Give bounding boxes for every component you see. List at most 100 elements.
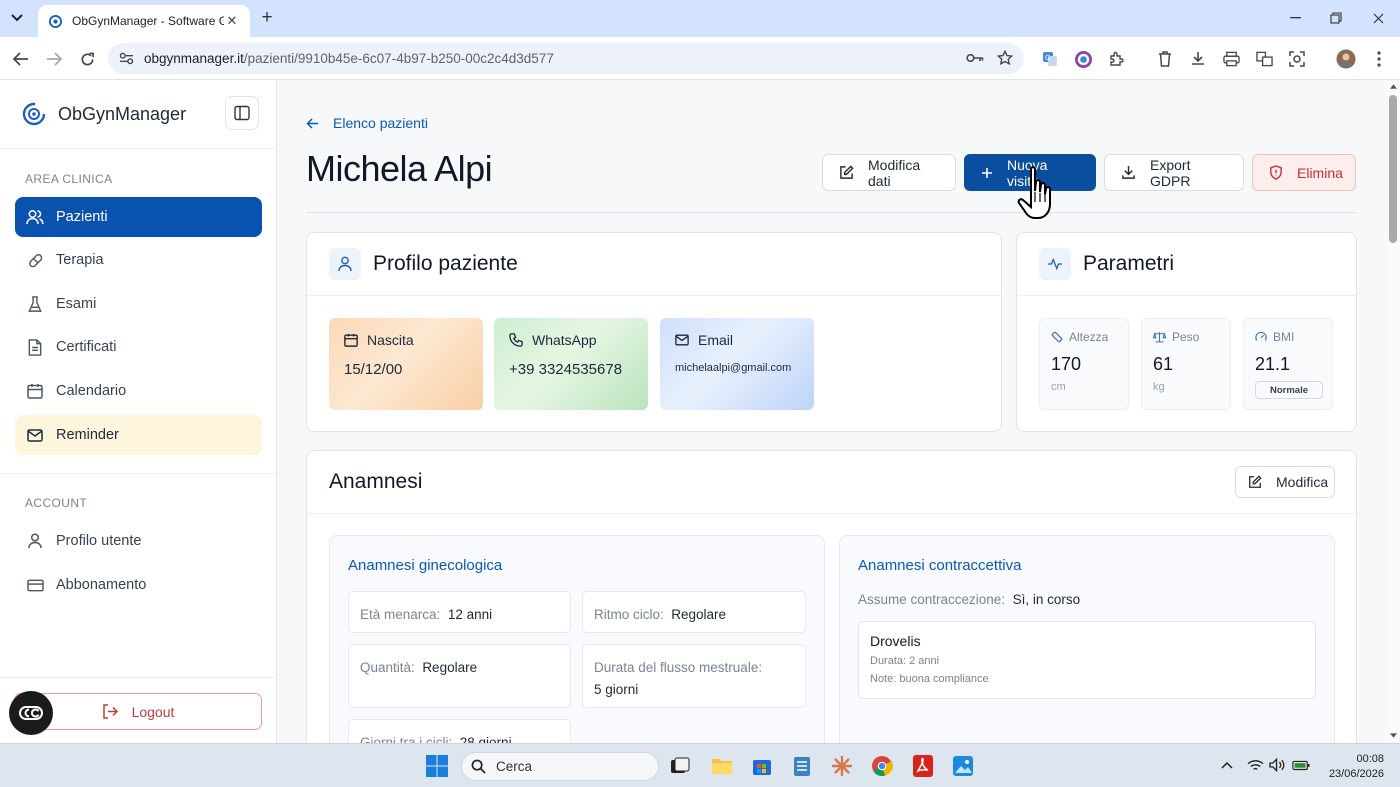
print-icon[interactable] (1220, 48, 1242, 70)
volume-icon[interactable] (1268, 756, 1286, 774)
tab-close-icon[interactable]: ✕ (224, 13, 240, 29)
sidebar-item-label: Esami (56, 296, 97, 312)
close-window-button[interactable] (1357, 0, 1399, 36)
photos-icon[interactable] (951, 754, 975, 778)
email-value[interactable]: michelaalpi@gmail.com (675, 362, 799, 374)
extensions-puzzle-icon[interactable] (1106, 48, 1128, 70)
taskbar-search[interactable]: Cerca (461, 752, 659, 781)
calendar-icon (26, 382, 44, 400)
card-title: Profilo paziente (373, 252, 518, 275)
accessibility-floating-button[interactable] (9, 691, 53, 735)
sidebar-panel-icon (234, 105, 250, 121)
credit-card-icon (26, 576, 44, 594)
system-clock[interactable]: 00:08 23/06/2026 (1318, 752, 1384, 782)
browser-tab[interactable]: ObGynManager - Software Ges ✕ (38, 5, 250, 37)
plus-icon (981, 167, 993, 179)
users-icon (26, 208, 44, 226)
address-bar[interactable]: obgynmanager.it/pazienti/9910b45e-6c07-4… (108, 43, 1024, 74)
delete-patient-button[interactable]: Elimina (1252, 154, 1356, 191)
profile-avatar[interactable] (1335, 48, 1357, 70)
page-scrollbar[interactable] (1387, 80, 1400, 743)
forward-nav-button[interactable] (43, 48, 65, 70)
height-value: 170 (1051, 354, 1082, 374)
bookmark-star-icon[interactable] (994, 47, 1016, 69)
site-info-icon[interactable] (118, 50, 134, 66)
parameters-card: Parametri Altezza 170 cm Peso 61 kg BMI … (1016, 232, 1357, 432)
scrollbar-thumb[interactable] (1389, 95, 1397, 243)
section-label-clinical: AREA CLINICA (25, 172, 113, 186)
chrome-icon[interactable] (870, 754, 894, 778)
whatsapp-value[interactable]: +39 3324535678 (509, 361, 633, 378)
pill-icon (26, 251, 44, 269)
sidebar-item-label: Reminder (56, 427, 119, 443)
browser-menu-button[interactable] (1368, 48, 1390, 70)
sidebar-item-pazienti[interactable]: Pazienti (15, 197, 262, 237)
sidebar-item-terapia[interactable]: Terapia (15, 240, 262, 280)
scroll-down-icon[interactable] (1390, 733, 1397, 738)
gauge-icon (1255, 331, 1267, 343)
weight-label: Peso (1172, 330, 1200, 344)
color-extension-icon[interactable] (1072, 48, 1094, 70)
screenshot-icon[interactable] (1286, 48, 1308, 70)
logout-icon (102, 704, 118, 719)
file-explorer-icon[interactable] (710, 754, 734, 778)
ruler-icon (1051, 331, 1063, 343)
restore-button[interactable] (1315, 0, 1357, 36)
translate-page-icon[interactable] (1253, 48, 1275, 70)
sidebar-item-abbonamento[interactable]: Abbonamento (15, 565, 262, 605)
clock-time: 00:08 (1356, 753, 1384, 765)
sidebar-item-label: Calendario (56, 383, 127, 399)
store-icon[interactable] (750, 754, 774, 778)
password-key-icon[interactable] (964, 47, 986, 69)
delete-label: Elimina (1297, 164, 1343, 181)
sidebar-item-label: Abbonamento (56, 577, 147, 593)
tab-title: ObGynManager - Software Ges (72, 14, 224, 28)
browser-toolbar: obgynmanager.it/pazienti/9910b45e-6c07-4… (0, 37, 1400, 80)
card-header: Parametri (1017, 233, 1356, 296)
task-view-icon[interactable] (668, 754, 692, 778)
brand[interactable]: ObGynManager (22, 102, 186, 126)
minimize-button[interactable] (1274, 0, 1316, 36)
sidebar-item-certificati[interactable]: Certificati (15, 327, 262, 367)
sidebar-item-profilo-utente[interactable]: Profilo utente (15, 521, 262, 561)
acrobat-icon[interactable] (911, 754, 935, 778)
sidebar-item-reminder[interactable]: Reminder (15, 415, 262, 455)
scroll-up-icon[interactable] (1390, 84, 1397, 89)
card-title: Anamnesi (329, 470, 423, 493)
notepad-icon[interactable] (790, 754, 814, 778)
start-button[interactable] (425, 754, 449, 778)
back-nav-button[interactable] (10, 48, 32, 70)
windows-logo-icon (426, 755, 448, 777)
height-param: Altezza 170 cm (1039, 318, 1129, 410)
edit-data-button[interactable]: Modifica dati (822, 154, 956, 191)
back-label: Elenco pazienti (333, 115, 428, 131)
battery-icon[interactable] (1292, 756, 1310, 774)
field-value: 12 anni (447, 607, 493, 622)
drug-note: Note: buona compliance (870, 673, 989, 685)
sidebar-item-label: Profilo utente (56, 533, 142, 549)
back-to-patients-link[interactable]: Elenco pazienti (306, 115, 428, 131)
sidebar-item-calendario[interactable]: Calendario (15, 371, 262, 411)
download-icon[interactable] (1187, 48, 1209, 70)
field-value: Regolare (422, 660, 478, 675)
sidebar-divider (0, 473, 276, 474)
claude-app-icon[interactable] (830, 754, 854, 778)
sidebar-toggle-button[interactable] (225, 96, 259, 130)
new-tab-button[interactable]: + (258, 8, 276, 27)
field-label: Età menarca: (360, 607, 441, 622)
sidebar-item-esami[interactable]: Esami (15, 284, 262, 324)
edit-anamnesis-button[interactable]: Modifica (1235, 466, 1335, 498)
hand-pointer-cursor (1017, 165, 1059, 228)
user-icon (26, 532, 44, 550)
wifi-icon[interactable] (1246, 756, 1264, 774)
reload-button[interactable] (76, 48, 98, 70)
export-gdpr-button[interactable]: Export GDPR (1104, 154, 1244, 191)
chevron-up-icon[interactable] (1218, 756, 1236, 774)
search-icon (471, 759, 486, 774)
tab-search-button[interactable] (6, 8, 28, 28)
translate-icon[interactable]: G (1039, 48, 1061, 70)
trash-extension-icon[interactable] (1154, 48, 1176, 70)
logout-label: Logout (131, 703, 175, 720)
svg-text:G: G (1045, 54, 1050, 62)
height-unit: cm (1051, 381, 1066, 393)
